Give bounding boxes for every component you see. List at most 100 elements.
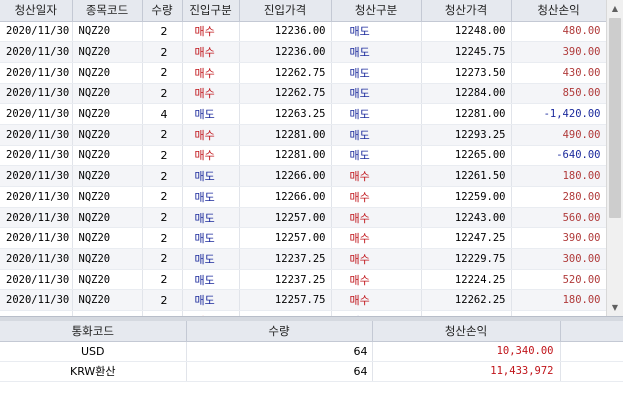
exit-price-cell: 12245.75 — [421, 41, 512, 63]
qty-cell: 2 — [142, 227, 183, 250]
exit-price-cell: 12247.25 — [421, 227, 512, 250]
table-row[interactable]: 2020/11/30 NQZ20 4 매도 12263.25 매도 12281.00 -1,4… — [0, 103, 607, 125]
entry-side-cell: 매도 — [182, 207, 240, 229]
exit-date-cell: 2020/11/30 — [0, 248, 73, 270]
exit-date-cell: 2020/11/30 — [0, 103, 73, 125]
exit-date-cell: 2020/11/30 — [0, 62, 73, 84]
col-header-exit-side[interactable]: 청산구분 — [331, 0, 422, 22]
table-row[interactable]: 2020/11/30 NQZ20 2 매도 12257.75 매수 12262.25 180.… — [0, 289, 607, 312]
trades-header-row: 청산일자 종목코드 수량 진입구분 진입가격 청산구분 청산가격 청산손익 — [0, 0, 607, 22]
exit-price-cell: 12261.50 — [421, 165, 512, 187]
exit-date-cell: 2020/11/30 — [0, 207, 73, 229]
entry-side-cell: 매수 — [182, 41, 240, 63]
exit-side-cell: 매수 — [331, 248, 422, 270]
summary-currency: KRW환산 — [0, 361, 187, 382]
entry-price-cell: 12257.00 — [239, 207, 332, 229]
qty-cell: 2 — [142, 124, 183, 146]
table-row[interactable]: 2020/11/30 NQZ20 2 매수 12262.75 매도 12273.50 430.… — [0, 62, 607, 84]
scroll-up-arrow-icon[interactable]: ▲ — [607, 0, 623, 17]
exit-side-cell: 매도 — [331, 103, 422, 125]
trades-body: 2020/11/30 NQZ20 2 매수 12236.00 매도 12248.00 480.… — [0, 21, 607, 316]
summary-header-pnl[interactable]: 청산손익 — [372, 321, 561, 342]
table-row[interactable]: 2020/11/30 NQZ20 2 매도 12237.25 매수 12229.75 300.… — [0, 248, 607, 270]
qty-cell: 2 — [142, 83, 183, 105]
table-row[interactable]: 2020/11/30 NQZ20 2 매수 12281.00 매도 12265.00 -640… — [0, 145, 607, 167]
qty-cell: 2 — [142, 207, 183, 229]
exit-side-cell: 매도 — [331, 124, 422, 146]
summary-currency: USD — [0, 341, 187, 362]
pnl-cell: 300.00 — [511, 248, 607, 270]
code-cell: NQZ20 — [72, 124, 143, 146]
exit-price-cell: 12273.50 — [421, 62, 512, 84]
table-row[interactable]: 2020/11/30 NQZ20 2 매수 12281.00 매도 12293.25 490.… — [0, 124, 607, 146]
scroll-down-arrow-icon[interactable]: ▼ — [607, 299, 623, 316]
exit-price-cell: 12248.00 — [421, 21, 512, 43]
exit-date-cell: 2020/11/30 — [0, 227, 73, 250]
table-row[interactable]: 2020/11/30 NQZ20 2 매수 12236.00 매도 12248.00 480.… — [0, 21, 607, 43]
table-row[interactable]: 2020/11/30 NQZ20 2 매도 12266.00 매수 12261.50 180.… — [0, 165, 607, 187]
table-row[interactable]: 2020/11/30 NQZ20 2 매도 12266.00 매수 12259.00 280.… — [0, 186, 607, 208]
exit-date-cell: 2020/11/30 — [0, 186, 73, 208]
summary-header-currency[interactable]: 통화코드 — [0, 321, 187, 342]
summary-empty-cell — [560, 341, 623, 362]
table-row[interactable]: 2020/11/30 NQZ20 2 매도 12257.00 매수 12243.00 560.… — [0, 207, 607, 229]
exit-date-cell: 2020/11/30 — [0, 289, 73, 312]
entry-side-cell: 매도 — [182, 103, 240, 125]
entry-price-cell: 12257.75 — [239, 289, 332, 312]
entry-side-cell: 매도 — [182, 289, 240, 312]
entry-price-cell: 12266.00 — [239, 186, 332, 208]
exit-date-cell: 2020/11/30 — [0, 269, 73, 291]
exit-price-cell: 12229.75 — [421, 248, 512, 270]
pnl-cell: 180.00 — [511, 165, 607, 187]
exit-date-cell: 2020/11/30 — [0, 124, 73, 146]
qty-cell: 2 — [142, 165, 183, 187]
pnl-cell: -640.00 — [511, 145, 607, 167]
summary-panel: 통화코드 수량 청산손익 USD 64 10,340.00 KRW환산 64 1… — [0, 321, 623, 404]
exit-side-cell: 매도 — [331, 62, 422, 84]
col-header-code[interactable]: 종목코드 — [72, 0, 143, 22]
summary-row[interactable]: KRW환산 64 11,433,972 — [0, 361, 623, 382]
col-header-qty[interactable]: 수량 — [142, 0, 183, 22]
entry-price-cell: 12262.75 — [239, 62, 332, 84]
pnl-cell: 280.00 — [511, 186, 607, 208]
col-header-entry-price[interactable]: 진입가격 — [239, 0, 332, 22]
exit-date-cell: 2020/11/30 — [0, 83, 73, 105]
code-cell: NQZ20 — [72, 207, 143, 229]
code-cell: NQZ20 — [72, 165, 143, 187]
exit-side-cell: 매수 — [331, 207, 422, 229]
entry-price-cell: 12257.00 — [239, 227, 332, 250]
table-row[interactable]: 2020/11/30 NQZ20 2 매도 12257.00 매수 12247.25 390.… — [0, 227, 607, 250]
summary-empty-cell — [560, 361, 623, 382]
entry-price-cell: 12281.00 — [239, 124, 332, 146]
entry-price-cell: 12236.00 — [239, 41, 332, 63]
table-row[interactable]: 2020/11/30 NQZ20 2 매수 12236.00 매도 12245.75 390.… — [0, 41, 607, 63]
qty-cell: 2 — [142, 186, 183, 208]
scroll-thumb[interactable] — [609, 18, 621, 218]
entry-side-cell: 매도 — [182, 248, 240, 270]
entry-price-cell: 12236.00 — [239, 21, 332, 43]
entry-price-cell: 12262.75 — [239, 83, 332, 105]
exit-side-cell: 매수 — [331, 269, 422, 291]
table-row[interactable]: 2020/11/30 NQZ20 2 매수 12262.75 매도 12284.00 850.… — [0, 83, 607, 105]
entry-side-cell: 매도 — [182, 227, 240, 250]
exit-date-cell: 2020/11/30 — [0, 21, 73, 43]
col-header-exit-price[interactable]: 청산가격 — [421, 0, 512, 22]
exit-side-cell: 매도 — [331, 21, 422, 43]
exit-date-cell: 2020/11/30 — [0, 145, 73, 167]
exit-side-cell: 매수 — [331, 289, 422, 312]
summary-header-qty[interactable]: 수량 — [186, 321, 373, 342]
code-cell: NQZ20 — [72, 103, 143, 125]
trades-table: 청산일자 종목코드 수량 진입구분 진입가격 청산구분 청산가격 청산손익 20… — [0, 0, 607, 316]
summary-row[interactable]: USD 64 10,340.00 — [0, 341, 623, 362]
code-cell: NQZ20 — [72, 248, 143, 270]
col-header-entry-side[interactable]: 진입구분 — [182, 0, 240, 22]
col-header-pnl[interactable]: 청산손익 — [511, 0, 607, 22]
code-cell: NQZ20 — [72, 269, 143, 291]
exit-side-cell: 매수 — [331, 227, 422, 250]
table-row[interactable]: 2020/11/30 NQZ20 2 매도 12237.25 매수 12224.25 520.… — [0, 269, 607, 291]
vertical-scrollbar[interactable]: ▲ ▼ — [606, 0, 623, 316]
summary-header-row: 통화코드 수량 청산손익 — [0, 321, 623, 342]
qty-cell: 2 — [142, 248, 183, 270]
trades-panel: 청산일자 종목코드 수량 진입구분 진입가격 청산구분 청산가격 청산손익 20… — [0, 0, 623, 316]
col-header-exit-date[interactable]: 청산일자 — [0, 0, 73, 22]
